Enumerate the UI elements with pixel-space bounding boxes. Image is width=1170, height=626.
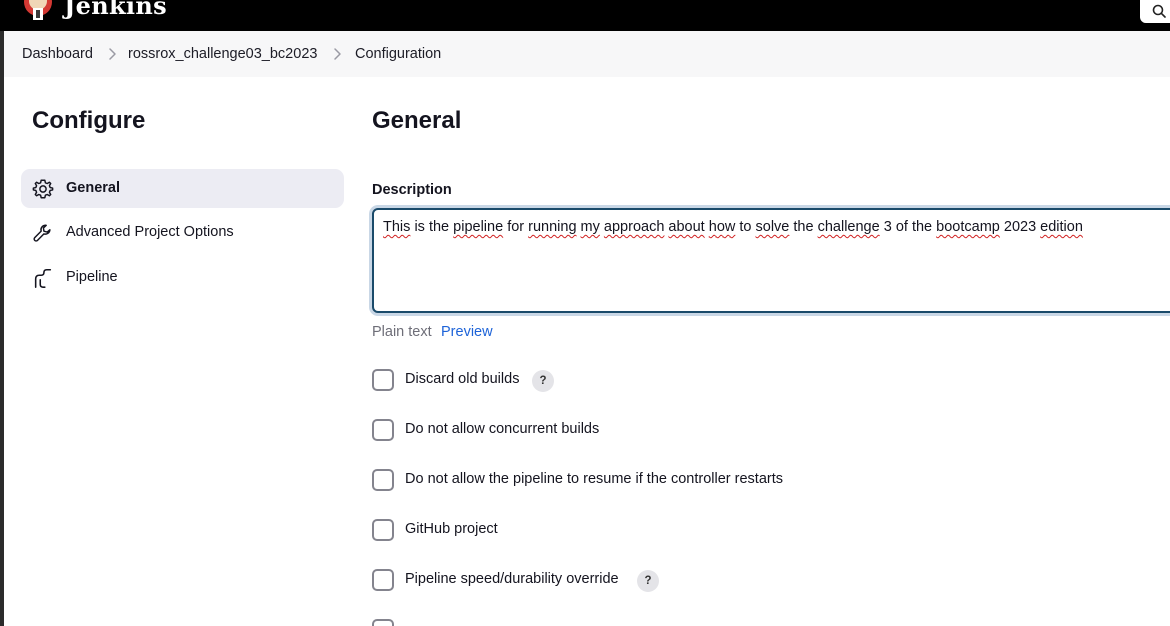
section-title: General [372, 107, 462, 134]
option-label: Do not allow the pipeline to resume if t… [405, 471, 783, 487]
option-discard-old-builds[interactable]: Discard old builds ? [372, 369, 1072, 393]
checkbox[interactable] [372, 519, 394, 541]
checkbox[interactable] [372, 419, 394, 441]
description-textarea[interactable]: This is the pipeline for running my appr… [372, 208, 1170, 313]
description-word: the [428, 219, 450, 235]
option-durability-override[interactable]: Pipeline speed/durability override ? [372, 569, 1072, 593]
format-label: Plain text [372, 324, 432, 340]
pipeline-icon [34, 268, 52, 288]
checkbox[interactable] [372, 369, 394, 391]
option-label: Do not allow concurrent builds [405, 421, 600, 437]
description-word: This [383, 219, 411, 235]
description-word: running [528, 219, 577, 235]
sidebar-item-label: General [66, 180, 120, 196]
description-word: about [668, 219, 705, 235]
chevron-right-icon [109, 48, 116, 60]
option-label: Discard old builds [405, 371, 520, 387]
gear-icon [32, 179, 54, 199]
description-word: approach [603, 219, 665, 235]
description-word: to [739, 219, 752, 235]
description-word: is [414, 219, 425, 235]
checkbox[interactable] [372, 469, 394, 491]
description-word: edition [1040, 219, 1083, 235]
option-partial[interactable] [372, 619, 1072, 626]
breadcrumb-dashboard[interactable]: Dashboard [22, 46, 93, 62]
option-github-project[interactable]: GitHub project [372, 519, 1072, 543]
sidebar-item-general[interactable]: General [21, 169, 344, 208]
option-no-concurrent-builds[interactable]: Do not allow concurrent builds [372, 419, 1072, 443]
description-word: the [911, 219, 933, 235]
description-word: 3 [883, 219, 892, 235]
description-word: challenge [817, 219, 880, 235]
option-no-resume[interactable]: Do not allow the pipeline to resume if t… [372, 469, 1072, 493]
breadcrumb: Dashboard rossrox_challenge03_bc2023 Con… [4, 31, 1170, 77]
description-word: my [580, 219, 600, 235]
checkbox[interactable] [372, 619, 394, 626]
description-word: for [507, 219, 525, 235]
description-word: of [895, 219, 908, 235]
description-word: bootcamp [936, 219, 1000, 235]
search-button[interactable] [1140, 0, 1170, 23]
jenkins-logo[interactable] [22, 0, 54, 22]
description-word: 2023 [1003, 219, 1037, 235]
breadcrumb-job[interactable]: rossrox_challenge03_bc2023 [128, 46, 317, 62]
option-label: Pipeline speed/durability override [405, 571, 619, 587]
breadcrumb-configuration[interactable]: Configuration [355, 46, 441, 62]
top-header: Jenkins [0, 0, 1170, 31]
chevron-right-icon [334, 48, 341, 60]
checkbox[interactable] [372, 569, 394, 591]
window-edge [0, 31, 4, 626]
sidebar-item-label: Pipeline [66, 269, 118, 285]
sidebar-title: Configure [32, 107, 146, 134]
wrench-icon [33, 224, 51, 242]
sidebar-item-advanced-project-options[interactable]: Advanced Project Options [21, 213, 344, 252]
description-word: solve [755, 219, 790, 235]
brand-name[interactable]: Jenkins [64, 0, 167, 20]
description-word: the [793, 219, 814, 235]
description-label: Description [372, 182, 452, 198]
description-word: how [708, 219, 736, 235]
help-icon[interactable]: ? [637, 570, 659, 592]
option-label: GitHub project [405, 521, 498, 537]
search-icon [1152, 4, 1166, 18]
help-icon[interactable]: ? [532, 370, 554, 392]
description-word: pipeline [453, 219, 504, 235]
sidebar-item-pipeline[interactable]: Pipeline [21, 258, 344, 297]
sidebar-item-label: Advanced Project Options [66, 224, 234, 240]
preview-link[interactable]: Preview [441, 324, 493, 340]
